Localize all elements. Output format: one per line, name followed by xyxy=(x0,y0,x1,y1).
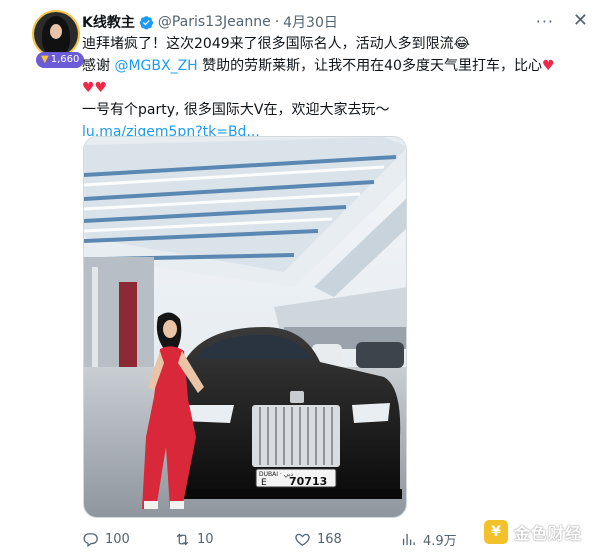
tweet-text: 迪拜堵疯了！这次2049来了很多国际名人，活动人多到限流😂 感谢 @MGBX_Z… xyxy=(82,33,555,143)
plate-number: 70713 xyxy=(289,475,327,488)
retweet-count: 10 xyxy=(197,531,214,547)
like-count: 168 xyxy=(317,531,342,547)
tweet-header: K线教主 @Paris13Jeanne · 4月30日 xyxy=(82,13,338,31)
avatar[interactable] xyxy=(34,12,78,56)
reply-button[interactable]: 100 xyxy=(82,528,130,550)
watermark: ¥ 金色财经 xyxy=(484,520,582,544)
reply-icon xyxy=(83,532,98,547)
heart-emoji-icon: ♥ xyxy=(541,58,555,74)
trophy-icon: ▼ xyxy=(41,54,49,65)
retweet-icon xyxy=(176,533,189,545)
retweet-button[interactable]: 10 xyxy=(174,528,214,550)
tweet-line-4: 一号有个party, 很多国际大V在，欢迎大家去玩～ xyxy=(82,102,390,118)
like-heart-icon xyxy=(295,533,310,546)
tweet-line-2: 感谢 @MGBX_ZH 赞助的劳斯莱斯，让我不用在40多度天气里打车，比心♥ xyxy=(82,55,555,77)
mention-link[interactable]: @MGBX_ZH xyxy=(114,58,197,74)
watermark-text: 金色财经 xyxy=(514,524,583,543)
reply-count: 100 xyxy=(105,531,130,547)
views-count: 4.9万 xyxy=(423,533,457,549)
like-button[interactable]: 168 xyxy=(294,528,342,550)
display-name[interactable]: K线教主 xyxy=(82,12,135,32)
tweet-photo[interactable]: DUBAI · دبي E 70713 xyxy=(83,136,407,518)
user-handle[interactable]: @Paris13Jeanne xyxy=(158,14,271,30)
views-chart-icon xyxy=(402,533,415,545)
post-date[interactable]: 4月30日 xyxy=(283,12,338,32)
close-icon[interactable]: ✕ xyxy=(573,10,588,31)
tweet-line-1: 迪拜堵疯了！这次2049来了很多国际名人，活动人多到限流😂 xyxy=(82,36,470,52)
thanks-text: 感谢 xyxy=(82,58,115,74)
more-options-icon[interactable]: ··· xyxy=(536,12,554,31)
separator-dot: · xyxy=(274,14,280,30)
follower-badge: ▼ 1,660 xyxy=(36,52,85,68)
photo-scene: DUBAI · دبي E 70713 xyxy=(84,137,406,517)
badge-count-label: 1,660 xyxy=(50,54,80,65)
views-button[interactable]: 4.9万 xyxy=(400,528,457,550)
plate-letter: E xyxy=(261,478,267,488)
verified-badge-icon xyxy=(139,15,153,29)
hearts-emoji-icon: ♥♥ xyxy=(82,80,108,96)
avatar-face xyxy=(50,24,62,39)
sponsor-text: 赞助的劳斯莱斯，让我不用在40多度天气里打车，比心 xyxy=(197,58,542,74)
watermark-logo-icon: ¥ xyxy=(484,520,508,544)
